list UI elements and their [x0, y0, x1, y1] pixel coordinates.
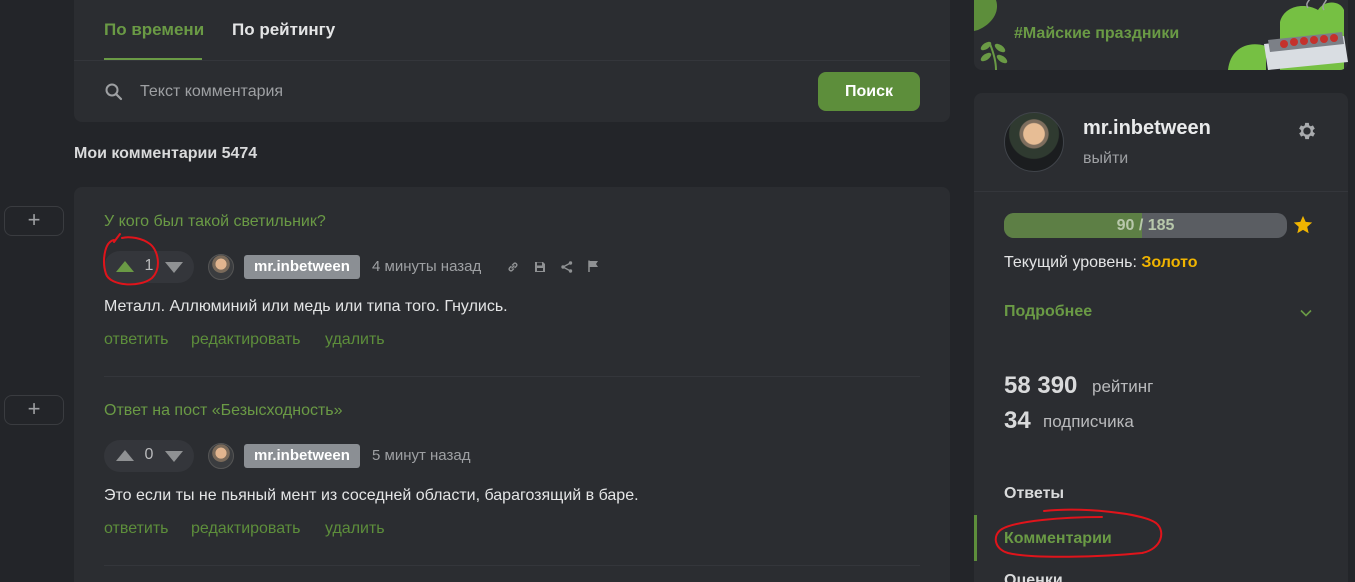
delete-link[interactable]: удалить: [325, 520, 385, 538]
comment-divider: [104, 565, 920, 566]
my-comments-heading: Мои комментарии 5474: [74, 145, 258, 162]
author-avatar[interactable]: [208, 443, 234, 469]
link-icon[interactable]: [506, 260, 520, 274]
save-icon[interactable]: [533, 260, 547, 274]
grill-illustration-icon: [1228, 0, 1348, 70]
active-tab-underline: [104, 58, 202, 60]
edit-link[interactable]: редактировать: [191, 331, 300, 349]
expand-comment-button[interactable]: +: [4, 206, 64, 236]
logout-link[interactable]: выйти: [1083, 150, 1128, 168]
nav-item-comments[interactable]: Комментарии: [1004, 530, 1112, 548]
comment-search-input[interactable]: [140, 78, 740, 106]
comment-time[interactable]: 4 минуты назад: [372, 258, 481, 275]
reply-link[interactable]: ответить: [104, 520, 169, 538]
search-button[interactable]: Поиск: [818, 72, 920, 111]
share-icon[interactable]: [560, 260, 574, 274]
rating-stat-label: рейтинг: [1092, 377, 1154, 396]
rating-stat-value: 58 390: [1004, 372, 1078, 399]
comment-post-title-link[interactable]: Ответ на пост «Безысходность»: [104, 402, 343, 420]
star-icon: [1293, 215, 1313, 234]
level-progress-bar: 90 / 185: [1004, 213, 1287, 238]
rating-value: 0: [144, 446, 154, 463]
rating-control: 0: [104, 440, 194, 472]
author-username-badge[interactable]: mr.inbetween: [244, 444, 360, 468]
delete-link[interactable]: удалить: [325, 331, 385, 349]
comments-list: У кого был такой светильник? 1 mr.inbetw…: [74, 187, 950, 582]
current-level-label: Текущий уровень:: [1004, 254, 1142, 271]
profile-card: mr.inbetween выйти 90 / 185 Текущий уров…: [974, 93, 1348, 582]
comment-text: Металл. Аллюминий или медь или типа того…: [104, 298, 508, 315]
upvote-arrow-icon[interactable]: [116, 261, 134, 272]
nav-item-replies[interactable]: Ответы: [1004, 485, 1064, 503]
profile-username[interactable]: mr.inbetween: [1083, 117, 1211, 140]
tab-by-time[interactable]: По времени: [104, 20, 204, 40]
profile-avatar[interactable]: [1004, 112, 1064, 172]
author-avatar[interactable]: [208, 254, 234, 280]
current-level-value: Золото: [1141, 254, 1198, 271]
flag-icon[interactable]: [586, 259, 600, 273]
holiday-banner[interactable]: #Майские праздники: [974, 0, 1348, 70]
comment-divider: [104, 376, 920, 377]
current-level: Текущий уровень: Золото: [1004, 254, 1197, 272]
profile-divider: [974, 191, 1348, 192]
downvote-arrow-icon[interactable]: [165, 262, 183, 273]
rating-value: 1: [144, 257, 154, 274]
edit-link[interactable]: редактировать: [191, 520, 300, 538]
nav-active-indicator: [974, 515, 977, 561]
tab-by-rating[interactable]: По рейтингу: [232, 20, 335, 40]
upvote-arrow-icon[interactable]: [116, 450, 134, 461]
search-icon: [105, 83, 123, 101]
comment-time[interactable]: 5 минут назад: [372, 447, 470, 464]
comment-post-title-link[interactable]: У кого был такой светильник?: [104, 213, 326, 231]
downvote-arrow-icon[interactable]: [165, 451, 183, 462]
expand-comment-button[interactable]: +: [4, 395, 64, 425]
details-toggle[interactable]: Подробнее: [1004, 303, 1092, 321]
rating-control: 1: [104, 251, 194, 283]
comment-text: Это если ты не пьяный мент из соседней о…: [104, 487, 639, 504]
level-progress-text: 90 / 185: [1116, 217, 1175, 234]
gear-icon[interactable]: [1296, 120, 1318, 142]
subscribers-stat-value: 34: [1004, 407, 1031, 434]
chevron-down-icon[interactable]: [1298, 305, 1314, 321]
nav-item-ratings[interactable]: Оценки: [1004, 572, 1063, 582]
author-username-badge[interactable]: mr.inbetween: [244, 255, 360, 279]
reply-link[interactable]: ответить: [104, 331, 169, 349]
tabs-divider: [74, 60, 950, 61]
subscribers-stat-label[interactable]: подписчика: [1043, 412, 1134, 432]
banner-hashtag[interactable]: #Майские праздники: [1014, 25, 1179, 43]
sort-tabs-card: По времени По рейтингу Поиск: [74, 0, 950, 122]
